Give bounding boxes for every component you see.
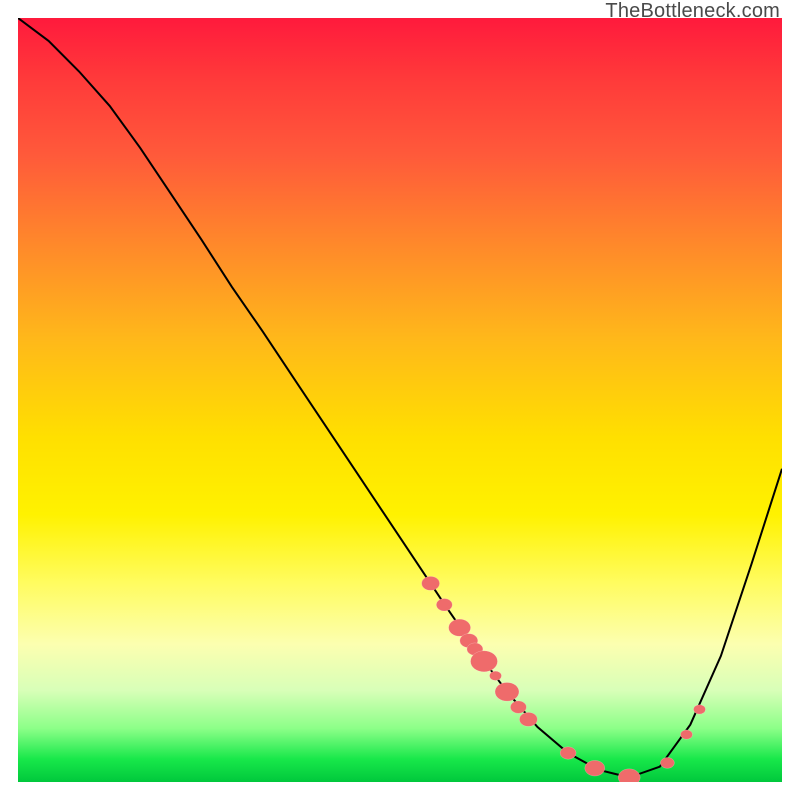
watermark-text: TheBottleneck.com [605,0,780,23]
chart-container: TheBottleneck.com [0,0,800,800]
chart-background-gradient [18,18,782,782]
